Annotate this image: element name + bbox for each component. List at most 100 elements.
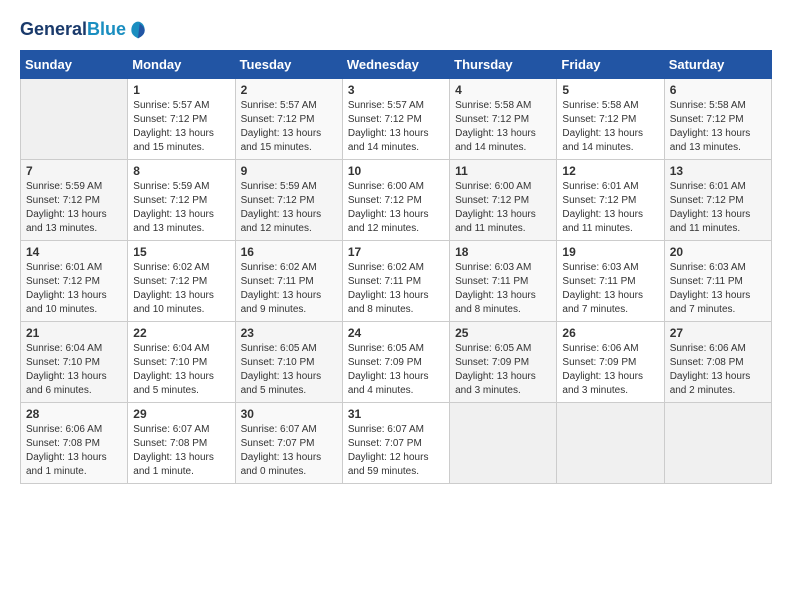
day-number: 4	[455, 83, 551, 97]
day-number: 11	[455, 164, 551, 178]
day-info: Sunrise: 6:05 AMSunset: 7:09 PMDaylight:…	[455, 342, 551, 398]
week-row-2: 14 Sunrise: 6:01 AMSunset: 7:12 PMDaylig…	[21, 241, 772, 322]
day-info: Sunrise: 6:06 AMSunset: 7:08 PMDaylight:…	[26, 423, 122, 479]
day-number: 24	[348, 326, 444, 340]
calendar-cell: 22 Sunrise: 6:04 AMSunset: 7:10 PMDaylig…	[128, 322, 235, 403]
day-info: Sunrise: 6:04 AMSunset: 7:10 PMDaylight:…	[26, 342, 122, 398]
week-row-4: 28 Sunrise: 6:06 AMSunset: 7:08 PMDaylig…	[21, 403, 772, 484]
day-info: Sunrise: 6:01 AMSunset: 7:12 PMDaylight:…	[26, 261, 122, 317]
calendar-cell: 12 Sunrise: 6:01 AMSunset: 7:12 PMDaylig…	[557, 160, 664, 241]
page-header: GeneralBlue	[20, 20, 772, 40]
header-thursday: Thursday	[450, 51, 557, 79]
calendar-cell: 27 Sunrise: 6:06 AMSunset: 7:08 PMDaylig…	[664, 322, 771, 403]
day-number: 9	[241, 164, 337, 178]
day-info: Sunrise: 6:01 AMSunset: 7:12 PMDaylight:…	[670, 180, 766, 236]
day-info: Sunrise: 6:03 AMSunset: 7:11 PMDaylight:…	[455, 261, 551, 317]
day-info: Sunrise: 5:59 AMSunset: 7:12 PMDaylight:…	[133, 180, 229, 236]
day-info: Sunrise: 5:59 AMSunset: 7:12 PMDaylight:…	[26, 180, 122, 236]
calendar-cell: 26 Sunrise: 6:06 AMSunset: 7:09 PMDaylig…	[557, 322, 664, 403]
calendar-cell: 23 Sunrise: 6:05 AMSunset: 7:10 PMDaylig…	[235, 322, 342, 403]
day-number: 30	[241, 407, 337, 421]
calendar-cell: 7 Sunrise: 5:59 AMSunset: 7:12 PMDayligh…	[21, 160, 128, 241]
calendar-cell: 6 Sunrise: 5:58 AMSunset: 7:12 PMDayligh…	[664, 79, 771, 160]
calendar-cell: 17 Sunrise: 6:02 AMSunset: 7:11 PMDaylig…	[342, 241, 449, 322]
week-row-3: 21 Sunrise: 6:04 AMSunset: 7:10 PMDaylig…	[21, 322, 772, 403]
day-number: 20	[670, 245, 766, 259]
day-info: Sunrise: 6:03 AMSunset: 7:11 PMDaylight:…	[562, 261, 658, 317]
calendar-cell: 18 Sunrise: 6:03 AMSunset: 7:11 PMDaylig…	[450, 241, 557, 322]
calendar-cell: 31 Sunrise: 6:07 AMSunset: 7:07 PMDaylig…	[342, 403, 449, 484]
calendar-cell: 8 Sunrise: 5:59 AMSunset: 7:12 PMDayligh…	[128, 160, 235, 241]
day-number: 27	[670, 326, 766, 340]
day-info: Sunrise: 6:02 AMSunset: 7:12 PMDaylight:…	[133, 261, 229, 317]
day-info: Sunrise: 6:03 AMSunset: 7:11 PMDaylight:…	[670, 261, 766, 317]
logo: GeneralBlue	[20, 20, 148, 40]
day-number: 19	[562, 245, 658, 259]
calendar-cell: 13 Sunrise: 6:01 AMSunset: 7:12 PMDaylig…	[664, 160, 771, 241]
day-number: 12	[562, 164, 658, 178]
day-number: 23	[241, 326, 337, 340]
calendar-cell: 5 Sunrise: 5:58 AMSunset: 7:12 PMDayligh…	[557, 79, 664, 160]
day-info: Sunrise: 5:58 AMSunset: 7:12 PMDaylight:…	[670, 99, 766, 155]
logo-text: GeneralBlue	[20, 20, 126, 40]
day-info: Sunrise: 6:07 AMSunset: 7:07 PMDaylight:…	[241, 423, 337, 479]
calendar-cell: 21 Sunrise: 6:04 AMSunset: 7:10 PMDaylig…	[21, 322, 128, 403]
day-number: 22	[133, 326, 229, 340]
calendar-cell: 11 Sunrise: 6:00 AMSunset: 7:12 PMDaylig…	[450, 160, 557, 241]
day-number: 15	[133, 245, 229, 259]
day-number: 29	[133, 407, 229, 421]
day-number: 26	[562, 326, 658, 340]
calendar-cell: 9 Sunrise: 5:59 AMSunset: 7:12 PMDayligh…	[235, 160, 342, 241]
calendar-cell: 10 Sunrise: 6:00 AMSunset: 7:12 PMDaylig…	[342, 160, 449, 241]
day-info: Sunrise: 5:57 AMSunset: 7:12 PMDaylight:…	[241, 99, 337, 155]
day-number: 6	[670, 83, 766, 97]
calendar-table: SundayMondayTuesdayWednesdayThursdayFrid…	[20, 50, 772, 484]
day-number: 8	[133, 164, 229, 178]
day-info: Sunrise: 5:58 AMSunset: 7:12 PMDaylight:…	[562, 99, 658, 155]
calendar-cell: 1 Sunrise: 5:57 AMSunset: 7:12 PMDayligh…	[128, 79, 235, 160]
day-info: Sunrise: 6:05 AMSunset: 7:10 PMDaylight:…	[241, 342, 337, 398]
calendar-cell: 2 Sunrise: 5:57 AMSunset: 7:12 PMDayligh…	[235, 79, 342, 160]
day-info: Sunrise: 5:57 AMSunset: 7:12 PMDaylight:…	[348, 99, 444, 155]
logo-icon	[128, 20, 148, 40]
calendar-cell	[21, 79, 128, 160]
day-info: Sunrise: 6:04 AMSunset: 7:10 PMDaylight:…	[133, 342, 229, 398]
calendar-cell: 3 Sunrise: 5:57 AMSunset: 7:12 PMDayligh…	[342, 79, 449, 160]
week-row-1: 7 Sunrise: 5:59 AMSunset: 7:12 PMDayligh…	[21, 160, 772, 241]
calendar-cell: 25 Sunrise: 6:05 AMSunset: 7:09 PMDaylig…	[450, 322, 557, 403]
day-number: 5	[562, 83, 658, 97]
calendar-cell	[450, 403, 557, 484]
day-number: 14	[26, 245, 122, 259]
day-number: 21	[26, 326, 122, 340]
calendar-cell: 20 Sunrise: 6:03 AMSunset: 7:11 PMDaylig…	[664, 241, 771, 322]
day-number: 2	[241, 83, 337, 97]
week-row-0: 1 Sunrise: 5:57 AMSunset: 7:12 PMDayligh…	[21, 79, 772, 160]
day-info: Sunrise: 6:01 AMSunset: 7:12 PMDaylight:…	[562, 180, 658, 236]
calendar-cell	[557, 403, 664, 484]
day-info: Sunrise: 5:57 AMSunset: 7:12 PMDaylight:…	[133, 99, 229, 155]
day-info: Sunrise: 6:00 AMSunset: 7:12 PMDaylight:…	[455, 180, 551, 236]
calendar-cell: 30 Sunrise: 6:07 AMSunset: 7:07 PMDaylig…	[235, 403, 342, 484]
day-info: Sunrise: 6:06 AMSunset: 7:08 PMDaylight:…	[670, 342, 766, 398]
header-wednesday: Wednesday	[342, 51, 449, 79]
calendar-cell: 16 Sunrise: 6:02 AMSunset: 7:11 PMDaylig…	[235, 241, 342, 322]
day-number: 31	[348, 407, 444, 421]
header-tuesday: Tuesday	[235, 51, 342, 79]
calendar-cell: 19 Sunrise: 6:03 AMSunset: 7:11 PMDaylig…	[557, 241, 664, 322]
day-number: 18	[455, 245, 551, 259]
day-number: 16	[241, 245, 337, 259]
day-info: Sunrise: 6:05 AMSunset: 7:09 PMDaylight:…	[348, 342, 444, 398]
header-row: SundayMondayTuesdayWednesdayThursdayFrid…	[21, 51, 772, 79]
day-info: Sunrise: 5:58 AMSunset: 7:12 PMDaylight:…	[455, 99, 551, 155]
header-sunday: Sunday	[21, 51, 128, 79]
header-friday: Friday	[557, 51, 664, 79]
header-saturday: Saturday	[664, 51, 771, 79]
day-info: Sunrise: 5:59 AMSunset: 7:12 PMDaylight:…	[241, 180, 337, 236]
calendar-cell: 29 Sunrise: 6:07 AMSunset: 7:08 PMDaylig…	[128, 403, 235, 484]
day-number: 17	[348, 245, 444, 259]
day-number: 10	[348, 164, 444, 178]
calendar-cell: 4 Sunrise: 5:58 AMSunset: 7:12 PMDayligh…	[450, 79, 557, 160]
day-info: Sunrise: 6:07 AMSunset: 7:08 PMDaylight:…	[133, 423, 229, 479]
day-number: 28	[26, 407, 122, 421]
day-info: Sunrise: 6:06 AMSunset: 7:09 PMDaylight:…	[562, 342, 658, 398]
